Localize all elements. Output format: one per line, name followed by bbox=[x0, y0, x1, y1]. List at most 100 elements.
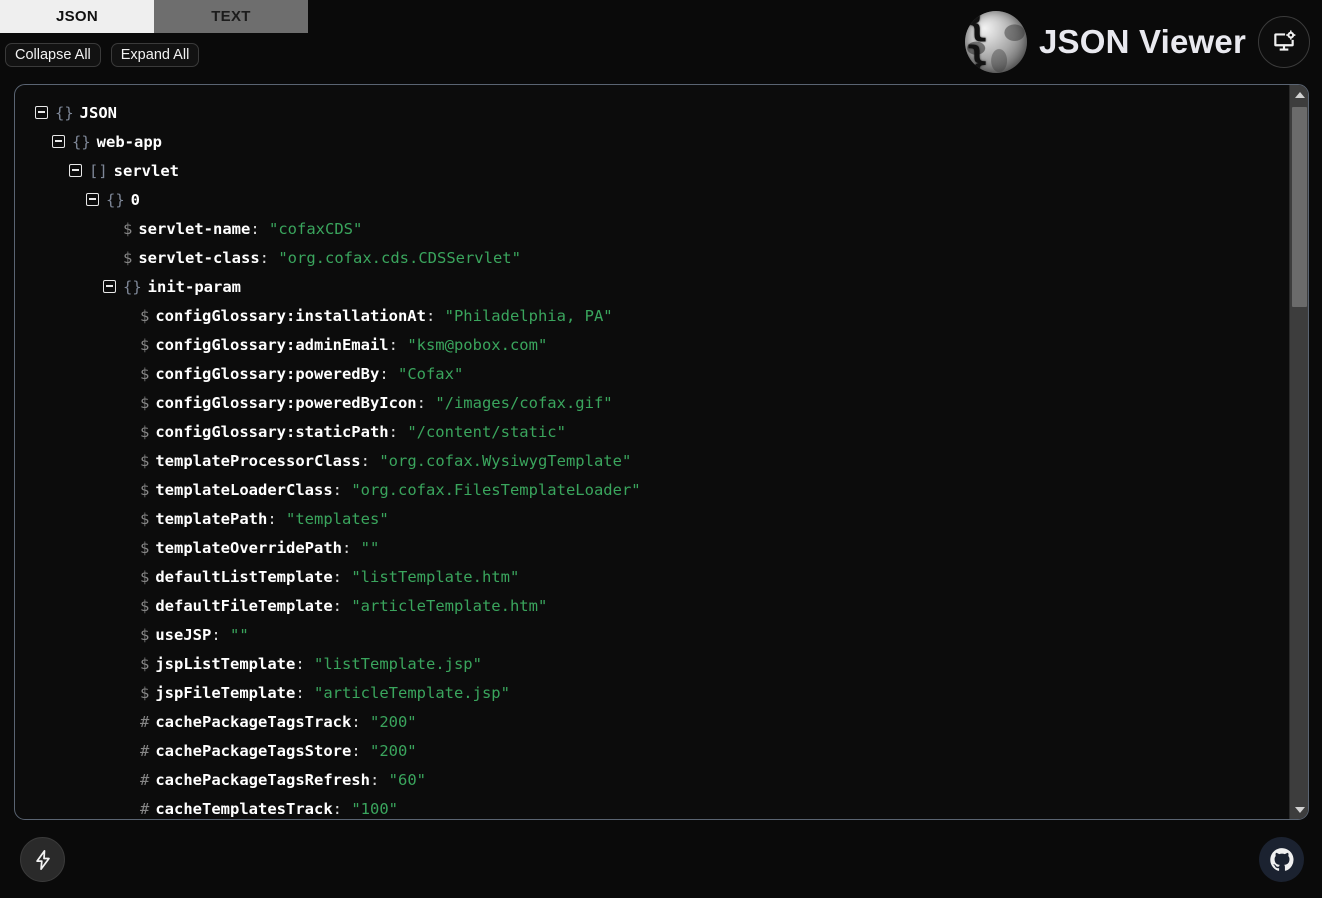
tree-row[interactable]: $ templateOverridePath: "" bbox=[35, 534, 1290, 563]
string-type-icon: $ bbox=[123, 249, 133, 267]
json-viewer-app: JSON TEXT Collapse All Expand All { } JS… bbox=[0, 0, 1322, 898]
logo-braces-text: { } bbox=[964, 11, 993, 73]
tree-key: servlet bbox=[113, 162, 179, 180]
tree-value: "/content/static" bbox=[407, 423, 566, 441]
view-mode-tabs: JSON TEXT bbox=[0, 0, 308, 33]
display-settings-button[interactable] bbox=[1258, 16, 1310, 68]
json-sphere-logo-icon: { } bbox=[964, 11, 1027, 73]
tree-key: servlet-name bbox=[138, 220, 251, 238]
string-type-icon: $ bbox=[140, 307, 150, 325]
key-value-separator: : bbox=[295, 655, 314, 673]
collapse-all-button[interactable]: Collapse All bbox=[5, 43, 101, 67]
tree-row[interactable]: {} web-app bbox=[35, 128, 1290, 157]
object-type-icon: {} bbox=[123, 278, 142, 296]
tree-row[interactable]: $ defaultListTemplate: "listTemplate.htm" bbox=[35, 563, 1290, 592]
tree-row[interactable]: # cachePackageTagsStore: "200" bbox=[35, 737, 1290, 766]
key-value-separator: : bbox=[388, 336, 408, 354]
app-title: JSON Viewer bbox=[1038, 23, 1246, 60]
tree-key: templateOverridePath bbox=[155, 539, 342, 557]
tree-value: "listTemplate.htm" bbox=[351, 568, 520, 586]
tree-row[interactable]: # cachePackageTagsRefresh: "60" bbox=[35, 766, 1290, 795]
tree-value: "Cofax" bbox=[397, 365, 464, 383]
lightning-bolt-icon bbox=[35, 849, 50, 870]
tree-key: JSON bbox=[79, 104, 117, 122]
tree-row[interactable]: $ servlet-name: "cofaxCDS" bbox=[35, 215, 1290, 244]
json-tree[interactable]: {} JSON {} web-app [] servlet {} 0 $ servlet-name… bbox=[15, 85, 1290, 819]
tree-row[interactable]: $ configGlossary:staticPath: "/content/st… bbox=[35, 418, 1290, 447]
key-value-separator: : bbox=[341, 539, 361, 557]
tree-row[interactable]: $ configGlossary:adminEmail: "ksm@pobox.c… bbox=[35, 331, 1290, 360]
key-value-separator: : bbox=[332, 597, 352, 615]
tree-row[interactable]: $ configGlossary:poweredBy: "Cofax" bbox=[35, 360, 1290, 389]
tree-row[interactable]: $ configGlossary:poweredByIcon: "/images/… bbox=[35, 389, 1290, 418]
key-value-separator: : bbox=[388, 423, 408, 441]
tree-key: cachePackageTagsTrack bbox=[155, 713, 352, 731]
tree-row[interactable]: {} init-param bbox=[35, 273, 1290, 302]
tree-row[interactable]: [] servlet bbox=[35, 157, 1290, 186]
tree-value: "cofaxCDS" bbox=[269, 220, 363, 238]
tab-json[interactable]: JSON bbox=[0, 0, 154, 33]
tree-key: 0 bbox=[130, 191, 141, 209]
tab-text[interactable]: TEXT bbox=[154, 0, 308, 33]
chevron-up-icon bbox=[1294, 91, 1305, 98]
tree-row[interactable]: {} 0 bbox=[35, 186, 1290, 215]
object-type-icon: {} bbox=[72, 133, 91, 151]
tree-row[interactable]: $ configGlossary:installationAt: "Philade… bbox=[35, 302, 1290, 331]
tree-row[interactable]: # cacheTemplatesTrack: "100" bbox=[35, 795, 1290, 819]
collapse-toggle[interactable] bbox=[35, 106, 48, 119]
tree-value: "org.cofax.WysiwygTemplate" bbox=[379, 452, 632, 470]
tree-row[interactable]: # cachePackageTagsTrack: "200" bbox=[35, 708, 1290, 737]
tree-scrollbar[interactable] bbox=[1289, 85, 1308, 819]
string-type-icon: $ bbox=[140, 481, 150, 499]
tree-row[interactable]: $ jspFileTemplate: "articleTemplate.jsp" bbox=[35, 679, 1290, 708]
number-type-icon: # bbox=[140, 771, 150, 789]
tree-key: templateLoaderClass bbox=[155, 481, 333, 499]
string-type-icon: $ bbox=[140, 365, 150, 383]
key-value-separator: : bbox=[332, 568, 352, 586]
tree-action-bar: Collapse All Expand All bbox=[5, 43, 200, 67]
collapse-toggle[interactable] bbox=[86, 193, 99, 206]
tree-key: configGlossary:installationAt bbox=[155, 307, 426, 325]
key-value-separator: : bbox=[295, 684, 314, 702]
tree-key: web-app bbox=[96, 133, 162, 151]
string-type-icon: $ bbox=[140, 655, 150, 673]
collapse-toggle[interactable] bbox=[52, 135, 65, 148]
tree-key: jspFileTemplate bbox=[155, 684, 296, 702]
tree-value: "" bbox=[230, 626, 249, 644]
tree-key: templatePath bbox=[155, 510, 268, 528]
string-type-icon: $ bbox=[140, 684, 150, 702]
number-type-icon: # bbox=[140, 742, 150, 760]
number-type-icon: # bbox=[140, 713, 150, 731]
key-value-separator: : bbox=[267, 510, 286, 528]
tree-value: "200" bbox=[369, 742, 417, 760]
github-icon bbox=[1269, 847, 1294, 871]
collapse-toggle[interactable] bbox=[103, 280, 116, 293]
tree-row[interactable]: {} JSON bbox=[35, 99, 1290, 128]
tree-key: servlet-class bbox=[138, 249, 260, 267]
collapse-toggle[interactable] bbox=[69, 164, 82, 177]
tree-key: defaultListTemplate bbox=[155, 568, 333, 586]
tree-key: useJSP bbox=[155, 626, 212, 644]
scrollbar-thumb[interactable] bbox=[1292, 107, 1307, 307]
string-type-icon: $ bbox=[140, 539, 150, 557]
tree-row[interactable]: $ jspListTemplate: "listTemplate.jsp" bbox=[35, 650, 1290, 679]
tree-row[interactable]: $ templateLoaderClass: "org.cofax.FilesTe… bbox=[35, 476, 1290, 505]
tree-row[interactable]: $ templateProcessorClass: "org.cofax.Wysi… bbox=[35, 447, 1290, 476]
scroll-up-button[interactable] bbox=[1290, 85, 1308, 104]
number-type-icon: # bbox=[140, 800, 150, 818]
tree-row[interactable]: $ templatePath: "templates" bbox=[35, 505, 1290, 534]
tree-value: "articleTemplate.jsp" bbox=[314, 684, 510, 702]
quick-action-button[interactable] bbox=[20, 837, 65, 882]
tree-row[interactable]: $ useJSP: "" bbox=[35, 621, 1290, 650]
scroll-down-button[interactable] bbox=[1290, 800, 1308, 819]
github-link-button[interactable] bbox=[1259, 837, 1304, 882]
tree-key: templateProcessorClass bbox=[155, 452, 361, 470]
tree-value: "articleTemplate.htm" bbox=[351, 597, 548, 615]
array-type-icon: [] bbox=[89, 162, 108, 180]
tree-value: "60" bbox=[388, 771, 426, 789]
string-type-icon: $ bbox=[140, 597, 150, 615]
tree-value: "templates" bbox=[286, 510, 389, 528]
tree-row[interactable]: $ defaultFileTemplate: "articleTemplate.h… bbox=[35, 592, 1290, 621]
tree-row[interactable]: $ servlet-class: "org.cofax.cds.CDSServle… bbox=[35, 244, 1290, 273]
expand-all-button[interactable]: Expand All bbox=[110, 43, 200, 67]
